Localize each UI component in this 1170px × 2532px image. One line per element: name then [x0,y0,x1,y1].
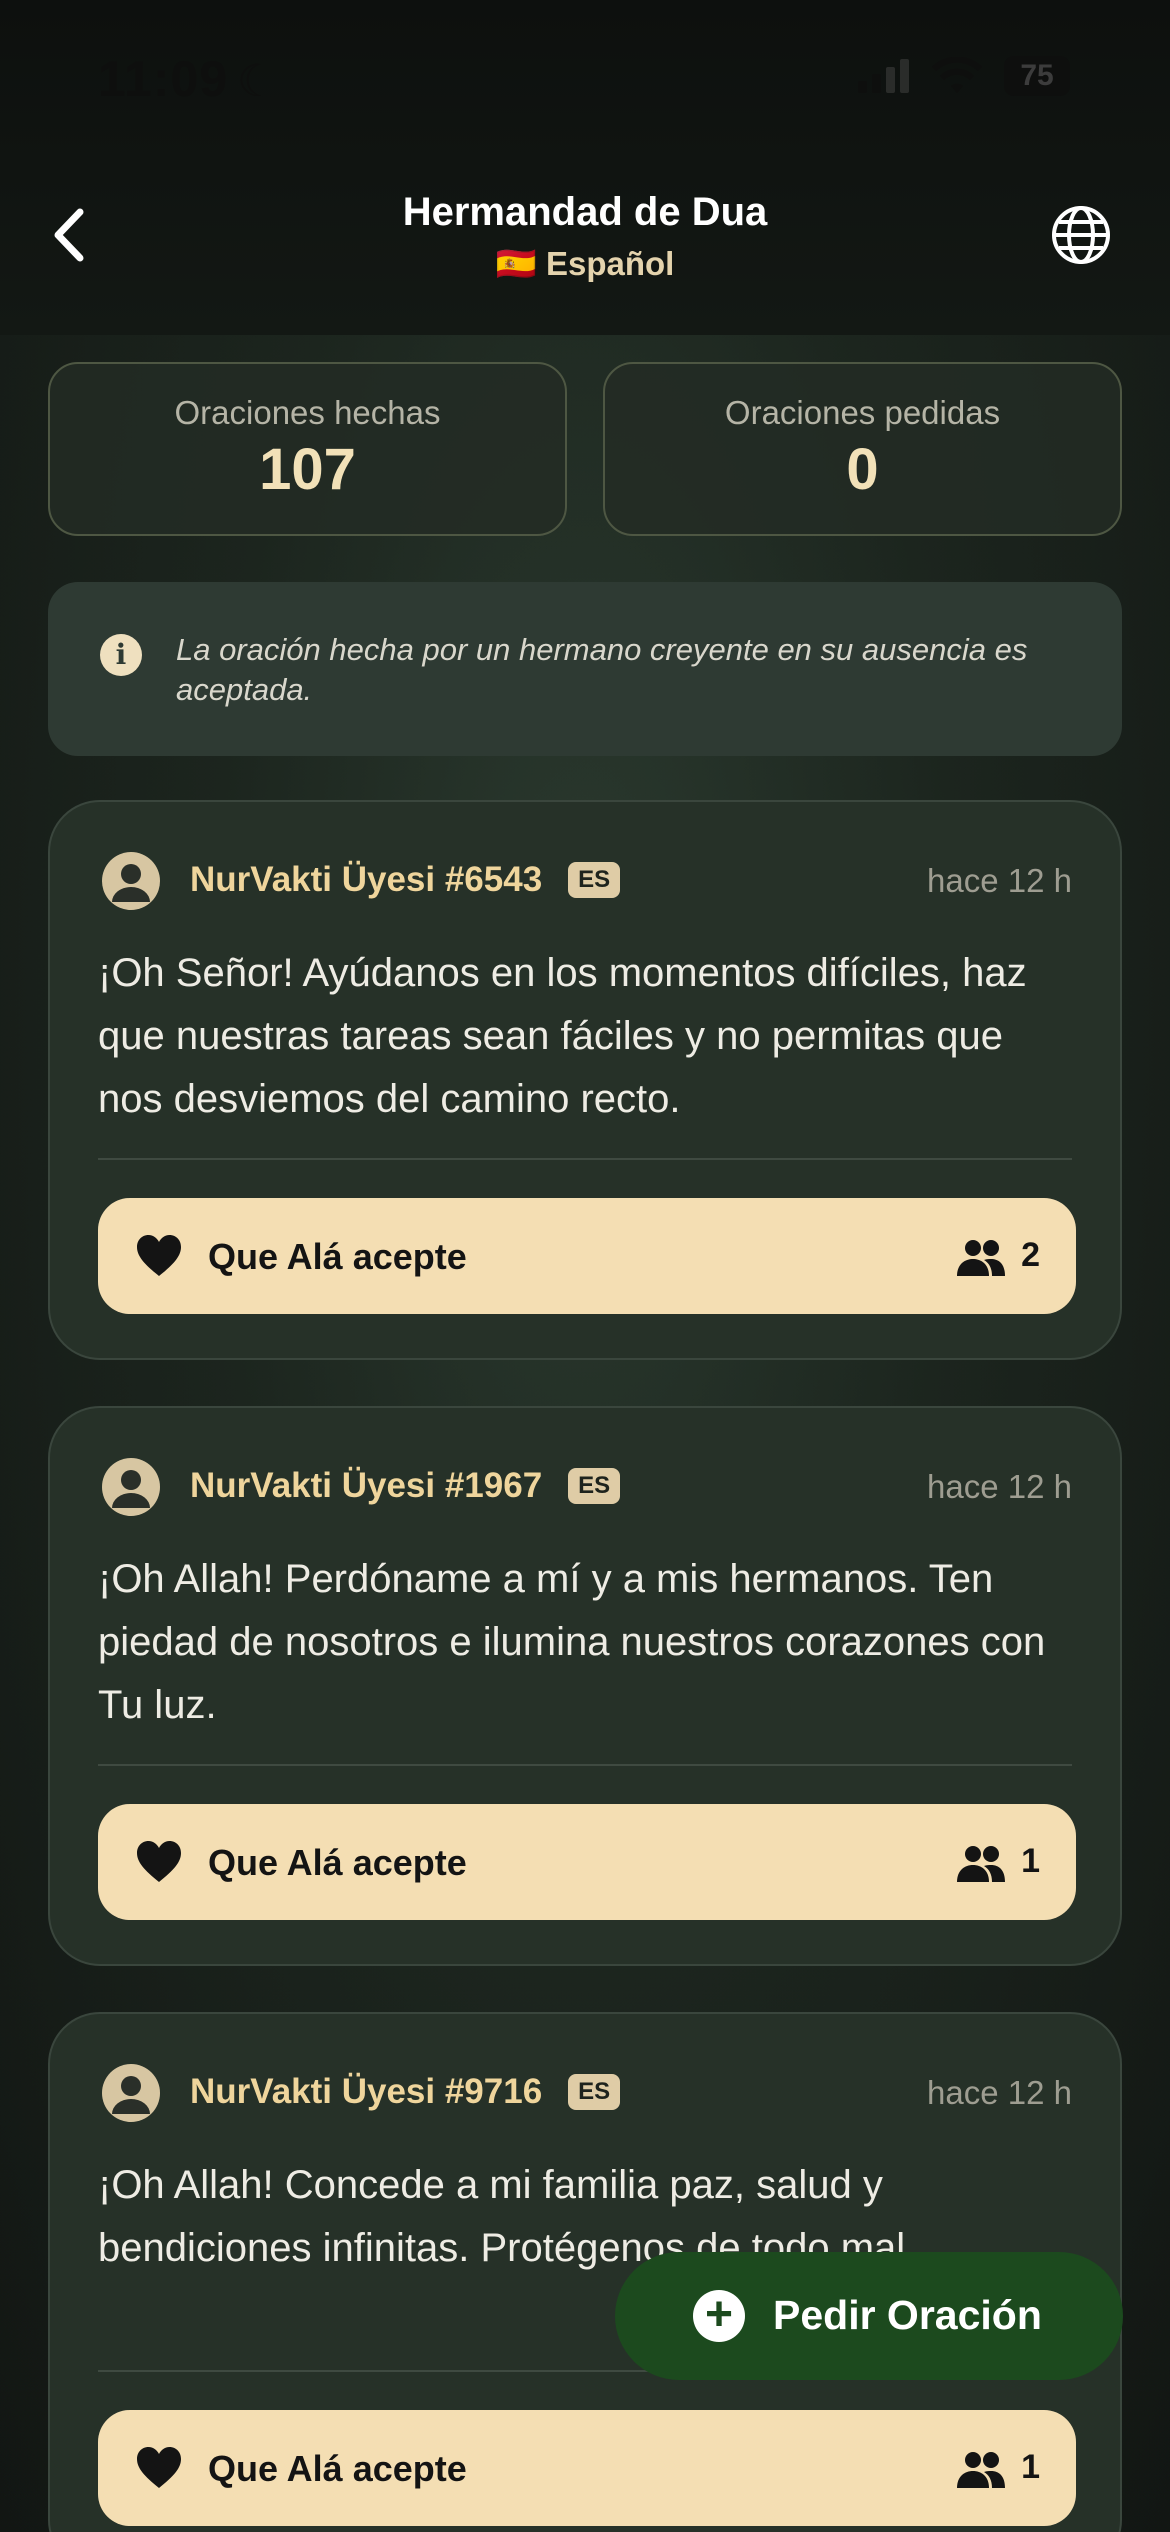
username-row: NurVakti Üyesi #1967 ES [190,1466,621,1506]
battery-indicator: 75 [1004,56,1070,96]
divider [98,1764,1072,1766]
avatar [102,852,160,910]
user-icon [112,864,150,902]
user-icon [112,1470,150,1508]
username: NurVakti Üyesi #1967 [190,1466,543,1505]
stats-row: Oraciones hechas 107 Oraciones pedidas 0 [48,362,1122,536]
heart-icon [137,1235,181,1276]
moon-icon: ☾ [237,57,277,106]
language-badge: ES [568,2074,621,2110]
stat-label: Oraciones pedidas [724,394,1001,431]
language-badge: ES [568,862,621,898]
people-icon [957,2452,1005,2488]
timestamp: hace 12 h [927,1468,1072,1505]
request-prayer-label: Pedir Oración [773,2292,1042,2338]
top-bar: 11:09 ☾ 75 Hermandad de Dua 🇪🇸 Español [0,0,1170,335]
accept-count: 2 [1021,1236,1040,1274]
language-name: Español [545,245,675,282]
user-icon [112,2076,150,2114]
accept-prayer-button[interactable]: Que Alá acepte 1 [98,2410,1076,2526]
accept-button-label: Que Alá acepte [208,2448,467,2489]
accept-button-label: Que Alá acepte [208,1236,467,1277]
timestamp: hace 12 h [927,862,1072,899]
username: NurVakti Üyesi #6543 [190,860,543,899]
timestamp: hace 12 h [927,2074,1072,2111]
accept-prayer-button[interactable]: Que Alá acepte 2 [98,1198,1076,1314]
stat-label: Oraciones hechas [174,394,441,431]
language-badge: ES [568,1468,621,1504]
prayer-text: ¡Oh Señor! Ayúdanos en los momentos difí… [98,951,1027,1121]
status-time: 11:09 [98,51,229,107]
heart-icon [137,2447,181,2488]
spain-flag-icon: 🇪🇸 [495,245,537,282]
globe-icon[interactable] [1050,204,1112,266]
plus-icon: + [693,2290,745,2342]
stat-value: 0 [846,437,879,502]
stat-prayers-requested: Oraciones pedidas 0 [603,362,1122,536]
prayer-card: NurVakti Üyesi #6543 ES hace 12 h ¡Oh Señ… [48,800,1122,1360]
username-row: NurVakti Üyesi #9716 ES [190,2072,621,2112]
status-bar: 11:09 ☾ 75 [0,48,1170,108]
username-row: NurVakti Üyesi #6543 ES [190,860,621,900]
stat-value: 107 [259,437,356,502]
prayer-text: ¡Oh Allah! Perdóname a mí y a mis herman… [98,1557,1046,1727]
status-icons: 75 [858,56,1070,96]
page-title: Hermandad de Dua [402,190,768,234]
prayer-card: NurVakti Üyesi #1967 ES hace 12 h ¡Oh All… [48,1406,1122,1966]
info-text: La oración hecha por un hermano creyente… [176,632,1028,707]
stat-prayers-made: Oraciones hechas 107 [48,362,567,536]
language-selector-label[interactable]: 🇪🇸 Español [0,245,1170,284]
accept-count: 1 [1021,2448,1040,2486]
info-icon: i [100,634,142,676]
heart-icon [137,1841,181,1882]
request-prayer-button[interactable]: + Pedir Oración [615,2252,1123,2380]
signal-icon [858,59,909,93]
people-icon [957,1240,1005,1276]
username: NurVakti Üyesi #9716 [190,2072,543,2111]
avatar [102,2064,160,2122]
accept-count: 1 [1021,1842,1040,1880]
accept-button-label: Que Alá acepte [208,1842,467,1883]
people-icon [957,1846,1005,1882]
header-title-block: Hermandad de Dua 🇪🇸 Español [0,190,1170,284]
wifi-icon [932,57,982,93]
divider [98,1158,1072,1160]
avatar [102,1458,160,1516]
info-banner: i La oración hecha por un hermano creyen… [48,582,1122,756]
accept-prayer-button[interactable]: Que Alá acepte 1 [98,1804,1076,1920]
